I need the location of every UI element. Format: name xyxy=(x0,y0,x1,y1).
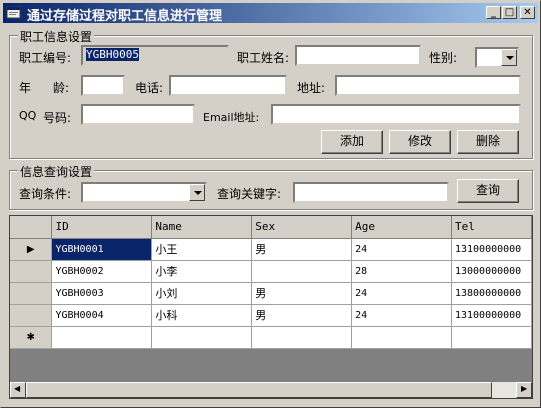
cell-age[interactable]: 24 xyxy=(351,304,452,327)
scroll-right-icon: ▶ xyxy=(521,384,528,393)
row-header[interactable] xyxy=(10,282,53,305)
age-field[interactable] xyxy=(81,75,125,96)
close-button[interactable]: ✕ xyxy=(520,6,535,19)
window-title: 通过存储过程对职工信息进行管理 xyxy=(27,9,223,24)
new-row[interactable]: ✱ xyxy=(10,326,532,349)
row-header[interactable]: ▶ xyxy=(10,238,53,261)
row-header[interactable] xyxy=(10,304,53,327)
employee-name-label: 职工姓名: xyxy=(237,51,290,65)
qq-label-part1: QQ xyxy=(19,109,37,122)
cell-tel[interactable]: 13100000000 xyxy=(451,304,532,327)
chevron-down-icon[interactable] xyxy=(501,49,517,66)
new-cell-id[interactable] xyxy=(51,326,153,349)
cell-id[interactable]: YGBH0001 xyxy=(51,238,153,261)
new-row-icon: ✱ xyxy=(26,331,35,343)
email-label: Email地址: xyxy=(203,111,260,124)
cell-age[interactable]: 24 xyxy=(351,238,452,261)
column-header-tel[interactable]: Tel xyxy=(451,216,532,239)
new-cell-sex[interactable] xyxy=(251,326,353,349)
query-button[interactable]: 查询 xyxy=(457,179,519,203)
cell-id[interactable]: YGBH0002 xyxy=(51,260,153,283)
main-window: 通过存储过程对职工信息进行管理 _ □ ✕ 职工信息设置 职工编号: YGBH0… xyxy=(0,0,541,408)
qq-field[interactable] xyxy=(81,104,195,125)
query-keyword-label: 查询关键字: xyxy=(217,187,282,201)
query-condition-select[interactable] xyxy=(81,182,207,203)
cell-age[interactable]: 28 xyxy=(351,260,452,283)
table-row[interactable]: YGBH0002 小李 28 13000000000 xyxy=(10,260,532,283)
row-header[interactable] xyxy=(10,260,53,283)
cell-name[interactable]: 小李 xyxy=(151,260,253,283)
column-header-age[interactable]: Age xyxy=(351,216,452,239)
new-cell-age[interactable] xyxy=(351,326,452,349)
grid-table: ID Name Sex Age Tel ▶ YGBH0001 小王 男 24 1… xyxy=(10,216,532,349)
scroll-right-button[interactable]: ▶ xyxy=(516,382,532,398)
close-icon: ✕ xyxy=(523,7,532,18)
address-field[interactable] xyxy=(335,75,521,96)
cell-id[interactable]: YGBH0004 xyxy=(51,304,153,327)
cell-id[interactable]: YGBH0003 xyxy=(51,282,153,305)
edit-button[interactable]: 修改 xyxy=(389,130,451,154)
scroll-left-icon: ◀ xyxy=(14,384,21,393)
delete-button[interactable]: 删除 xyxy=(457,130,519,154)
query-group-title: 信息查询设置 xyxy=(18,163,95,180)
horizontal-scrollbar[interactable]: ◀ ▶ xyxy=(10,382,532,398)
new-cell-name[interactable] xyxy=(151,326,253,349)
new-cell-tel[interactable] xyxy=(451,326,532,349)
cell-name[interactable]: 小刘 xyxy=(151,282,253,305)
cell-tel[interactable]: 13100000000 xyxy=(451,238,532,261)
qq-label-part2: 号码: xyxy=(43,111,72,125)
scrollbar-thumb[interactable] xyxy=(26,382,492,398)
employee-group-title: 职工信息设置 xyxy=(18,28,95,45)
title-bar[interactable]: 通过存储过程对职工信息进行管理 _ □ ✕ xyxy=(3,3,538,24)
cell-name[interactable]: 小王 xyxy=(151,238,253,261)
age-label-part2: 龄: xyxy=(53,81,70,95)
sex-select[interactable] xyxy=(475,47,519,68)
cell-tel[interactable]: 13800000000 xyxy=(451,282,532,305)
maximize-icon: □ xyxy=(504,7,515,18)
cell-name[interactable]: 小科 xyxy=(151,304,253,327)
row-header[interactable]: ✱ xyxy=(10,326,53,349)
current-row-icon: ▶ xyxy=(26,243,35,255)
cell-sex[interactable]: 男 xyxy=(251,282,353,305)
scroll-left-button[interactable]: ◀ xyxy=(10,382,26,398)
minimize-icon: _ xyxy=(491,7,496,18)
query-keyword-field[interactable] xyxy=(293,182,449,203)
employee-id-value: YGBH0005 xyxy=(86,48,139,61)
table-row[interactable]: ▶ YGBH0001 小王 男 24 13100000000 xyxy=(10,238,532,261)
phone-label: 电话: xyxy=(135,81,164,95)
employee-id-label: 职工编号: xyxy=(19,51,72,65)
maximize-button[interactable]: □ xyxy=(502,6,517,19)
column-header-sex[interactable]: Sex xyxy=(251,216,353,239)
minimize-button[interactable]: _ xyxy=(486,6,501,19)
corner-header xyxy=(10,216,53,239)
chevron-down-icon[interactable] xyxy=(189,184,205,201)
employee-data-grid[interactable]: ID Name Sex Age Tel ▶ YGBH0001 小王 男 24 1… xyxy=(9,215,533,399)
table-row[interactable]: YGBH0004 小科 男 24 13100000000 xyxy=(10,304,532,327)
address-label: 地址: xyxy=(297,81,326,95)
cell-age[interactable]: 24 xyxy=(351,282,452,305)
grid-header-row: ID Name Sex Age Tel xyxy=(10,216,532,239)
add-button[interactable]: 添加 xyxy=(321,130,383,154)
cell-sex[interactable]: 男 xyxy=(251,304,353,327)
app-icon xyxy=(6,6,21,19)
table-row[interactable]: YGBH0003 小刘 男 24 13800000000 xyxy=(10,282,532,305)
employee-name-field[interactable] xyxy=(295,45,421,66)
column-header-id[interactable]: ID xyxy=(51,216,153,239)
cell-tel[interactable]: 13000000000 xyxy=(451,260,532,283)
cell-sex[interactable] xyxy=(251,260,353,283)
cell-sex[interactable]: 男 xyxy=(251,238,353,261)
age-label-part1: 年 xyxy=(19,81,32,95)
employee-id-field[interactable]: YGBH0005 xyxy=(81,45,229,66)
query-condition-label: 查询条件: xyxy=(19,187,72,201)
sex-label: 性别: xyxy=(429,51,458,65)
column-header-name[interactable]: Name xyxy=(151,216,253,239)
phone-field[interactable] xyxy=(169,75,287,96)
email-field[interactable] xyxy=(271,104,521,125)
